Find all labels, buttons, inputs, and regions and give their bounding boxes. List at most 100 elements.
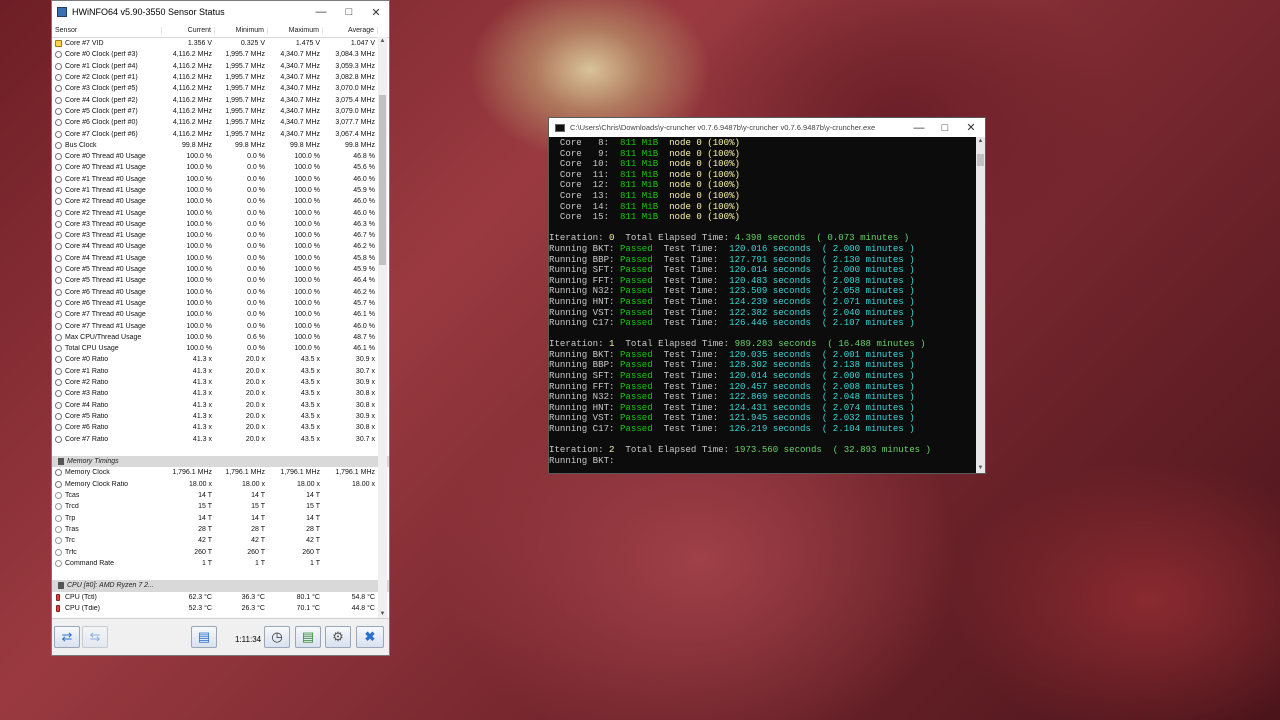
sensor-row[interactable]: Core #7 Thread #0 Usage 100.0 % 0.0 % 100.0… [52,309,389,320]
sensor-row[interactable]: Core #0 Ratio 41.3 x 20.0 x 43.5 x 30.9 x [52,354,389,365]
sensor-name: Tras [65,525,79,533]
sensor-row[interactable]: Core #7 Clock (perf #6) 4,116.2 MHz 1,995.… [52,128,389,139]
sensor-minimum: 0.0 % [247,164,265,172]
sensor-row[interactable]: Core #3 Thread #1 Usage 100.0 % 0.0 % 100.0… [52,230,389,241]
column-header-maximum[interactable]: Maximum [268,26,323,34]
console-close-button[interactable]: ✕ [957,118,985,137]
sensor-row[interactable]: Core #5 Clock (perf #7) 4,116.2 MHz 1,995.… [52,106,389,117]
sensor-row[interactable]: Core #5 Ratio 41.3 x 20.0 x 43.5 x 30.9 x [52,411,389,422]
sensor-row[interactable]: Trp 14 T 14 T 14 T [52,512,389,523]
sensor-row[interactable]: Core #4 Clock (perf #2) 4,116.2 MHz 1,995.… [52,94,389,105]
sensor-row[interactable]: Core #3 Clock (perf #5) 4,116.2 MHz 1,995.… [52,83,389,94]
sensor-row[interactable]: Core #3 Ratio 41.3 x 20.0 x 43.5 x 30.8 x [52,388,389,399]
sensor-row[interactable]: Core #0 Thread #0 Usage 100.0 % 0.0 % 100.0… [52,151,389,162]
sensor-minimum: 20.0 x [245,367,265,375]
console-text: node 0 (100%) [658,200,741,212]
console-text: 811 MiB [619,168,659,180]
sensor-current: 41.3 x [192,435,212,443]
column-header-minimum[interactable]: Minimum [215,26,268,34]
sensor-row[interactable]: Memory Clock Ratio 18.00 x 18.00 x 18.00 x 1… [52,479,389,490]
sensor-row[interactable]: Core #7 Thread #1 Usage 100.0 % 0.0 % 100.0… [52,320,389,331]
network-button[interactable]: ▤ [191,626,217,648]
sensor-row[interactable]: Core #7 VID 1.356 V 0.325 V 1.475 V 1.047 V [52,38,389,49]
sensor-row[interactable]: Command Rate 1 T 1 T 1 T [52,558,389,569]
sensor-row[interactable]: Core #1 Clock (perf #4) 4,116.2 MHz 1,995.… [52,61,389,72]
maximize-button[interactable]: □ [335,1,363,23]
console-text: Test Time: [652,359,730,371]
sensor-row[interactable]: Core #2 Thread #1 Usage 100.0 % 0.0 % 100.0… [52,207,389,218]
network-icon: ▤ [197,629,211,644]
sensor-row[interactable]: Core #2 Clock (perf #1) 4,116.2 MHz 1,995.… [52,72,389,83]
console-scroll-up-icon[interactable]: ▲ [976,137,985,146]
sensor-row[interactable]: Core #5 Thread #0 Usage 100.0 % 0.0 % 100.0… [52,264,389,275]
sensor-row[interactable]: Core #4 Thread #1 Usage 100.0 % 0.0 % 100.0… [52,253,389,264]
sensor-row[interactable]: Bus Clock 99.8 MHz 99.8 MHz 99.8 MHz 99.8 MH… [52,140,389,151]
column-header-sensor[interactable]: Sensor [52,26,162,34]
sensor-row[interactable]: Core #6 Ratio 41.3 x 20.0 x 43.5 x 30.8 x [52,422,389,433]
console-scrollbar[interactable]: ▲ ▼ [976,137,985,473]
console-text: 122.382 seconds ( 2.040 minutes ) [729,306,915,318]
sensor-row[interactable]: Memory Clock 1,796.1 MHz 1,796.1 MHz 1,796.… [52,467,389,478]
settings-button[interactable]: ⚙ [325,626,351,648]
chip-icon [58,458,64,466]
close-button[interactable]: ✕ [362,1,390,23]
sensor-row[interactable]: Core #2 Ratio 41.3 x 20.0 x 43.5 x 30.9 x [52,377,389,388]
console-text: 121.945 seconds ( 2.032 minutes ) [729,412,915,424]
sensor-row[interactable]: Total CPU Usage 100.0 % 0.0 % 100.0 % 46.1 % [52,343,389,354]
sensor-group-header[interactable]: Memory Timings [52,455,389,468]
sensor-row[interactable]: Core #7 Ratio 41.3 x 20.0 x 43.5 x 30.7 x [52,433,389,444]
scroll-up-arrow-icon[interactable]: ▲ [378,37,387,46]
sensor-row[interactable]: Core #1 Thread #0 Usage 100.0 % 0.0 % 100.0… [52,174,389,185]
sensor-scrollbar[interactable]: ▲ ▼ [378,37,387,619]
sensor-row[interactable]: CPU (Tdie) 52.3 °C 26.3 °C 70.1 °C 44.8 °C [52,603,389,614]
sensor-row[interactable]: Core #2 Thread #0 Usage 100.0 % 0.0 % 100.0… [52,196,389,207]
sensor-row[interactable]: Tcas 14 T 14 T 14 T [52,490,389,501]
sensor-row[interactable]: Trc 42 T 42 T 42 T [52,535,389,546]
sensor-row[interactable]: Core #6 Clock (perf #0) 4,116.2 MHz 1,995.… [52,117,389,128]
sensor-row[interactable]: Trcd 15 T 15 T 15 T [52,501,389,512]
sensor-minimum: 0.0 % [247,187,265,194]
console-minimize-button[interactable]: — [905,118,933,137]
console-output[interactable]: Core 8: 811 MiB node 0 (100%) Core 9: 81… [549,137,977,473]
sensor-row[interactable]: Core #1 Ratio 41.3 x 20.0 x 43.5 x 30.7 x [52,366,389,377]
hwinfo-titlebar[interactable]: HWiNFO64 v5.90-3550 Sensor Status — □ ✕ [52,1,389,23]
sensor-row[interactable]: Tras 28 T 28 T 28 T [52,524,389,535]
sensor-row[interactable]: CPU (Tctl) 62.3 °C 36.3 °C 80.1 °C 54.8 °C [52,592,389,603]
sensor-row[interactable]: Core #4 Ratio 41.3 x 20.0 x 43.5 x 30.8 x [52,400,389,411]
sensor-row[interactable]: Core #6 Thread #0 Usage 100.0 % 0.0 % 100.0… [52,287,389,298]
gauge-icon [55,85,62,93]
sensor-row[interactable]: Core #5 Thread #1 Usage 100.0 % 0.0 % 100.0… [52,275,389,286]
sensor-maximum: 99.8 MHz [290,141,320,149]
column-header-current[interactable]: Current [162,26,215,34]
sensor-current: 100.0 % [186,345,212,353]
sensor-maximum: 1 T [310,559,320,567]
logging-button[interactable]: ▤ [295,626,321,648]
sensor-group-header[interactable]: CPU [#0]: AMD Ryzen 7 2... [52,580,389,592]
scrollbar-thumb[interactable] [379,95,386,265]
sensor-current: 100.0 % [186,209,212,217]
console-scroll-down-icon[interactable]: ▼ [976,464,985,473]
sensor-row[interactable]: Core #0 Clock (perf #3) 4,116.2 MHz 1,995.… [52,49,389,60]
sensor-row[interactable]: Core #3 Thread #0 Usage 100.0 % 0.0 % 100.0… [52,219,389,230]
nav-left-button[interactable]: ⇄ [54,626,80,648]
table-spacer [52,569,389,580]
minimize-button[interactable]: — [307,1,335,23]
sensor-group-label: Memory Timings [67,458,119,466]
console-maximize-button[interactable]: □ [931,118,959,137]
console-text: Passed [619,423,653,435]
sensor-minimum: 1,796.1 MHz [225,469,265,477]
reset-clock-button[interactable]: ◷ [264,626,290,648]
console-scrollbar-thumb[interactable] [977,154,984,166]
sensor-row[interactable]: Max CPU/Thread Usage 100.0 % 0.6 % 100.0 % 4… [52,332,389,343]
column-header-average[interactable]: Average [323,26,378,34]
sensor-row[interactable]: Core #0 Thread #1 Usage 100.0 % 0.0 % 100.0… [52,162,389,173]
sensor-row[interactable]: Core #6 Thread #1 Usage 100.0 % 0.0 % 100.0… [52,298,389,309]
sensor-row[interactable]: Core #4 Thread #0 Usage 100.0 % 0.0 % 100.0… [52,241,389,252]
close-sensors-button[interactable]: ✖ [356,626,384,648]
sensor-row[interactable]: Trfc 260 T 260 T 260 T [52,546,389,557]
timing-icon [55,559,62,567]
console-titlebar[interactable]: C:\Users\Chris\Downloads\y-cruncher v0.7… [549,118,985,137]
sensor-row[interactable]: Core #1 Thread #1 Usage 100.0 % 0.0 % 100.0… [52,185,389,196]
sensor-maximum: 80.1 °C [296,593,320,601]
nav-right-button[interactable]: ⇆ [82,626,108,648]
